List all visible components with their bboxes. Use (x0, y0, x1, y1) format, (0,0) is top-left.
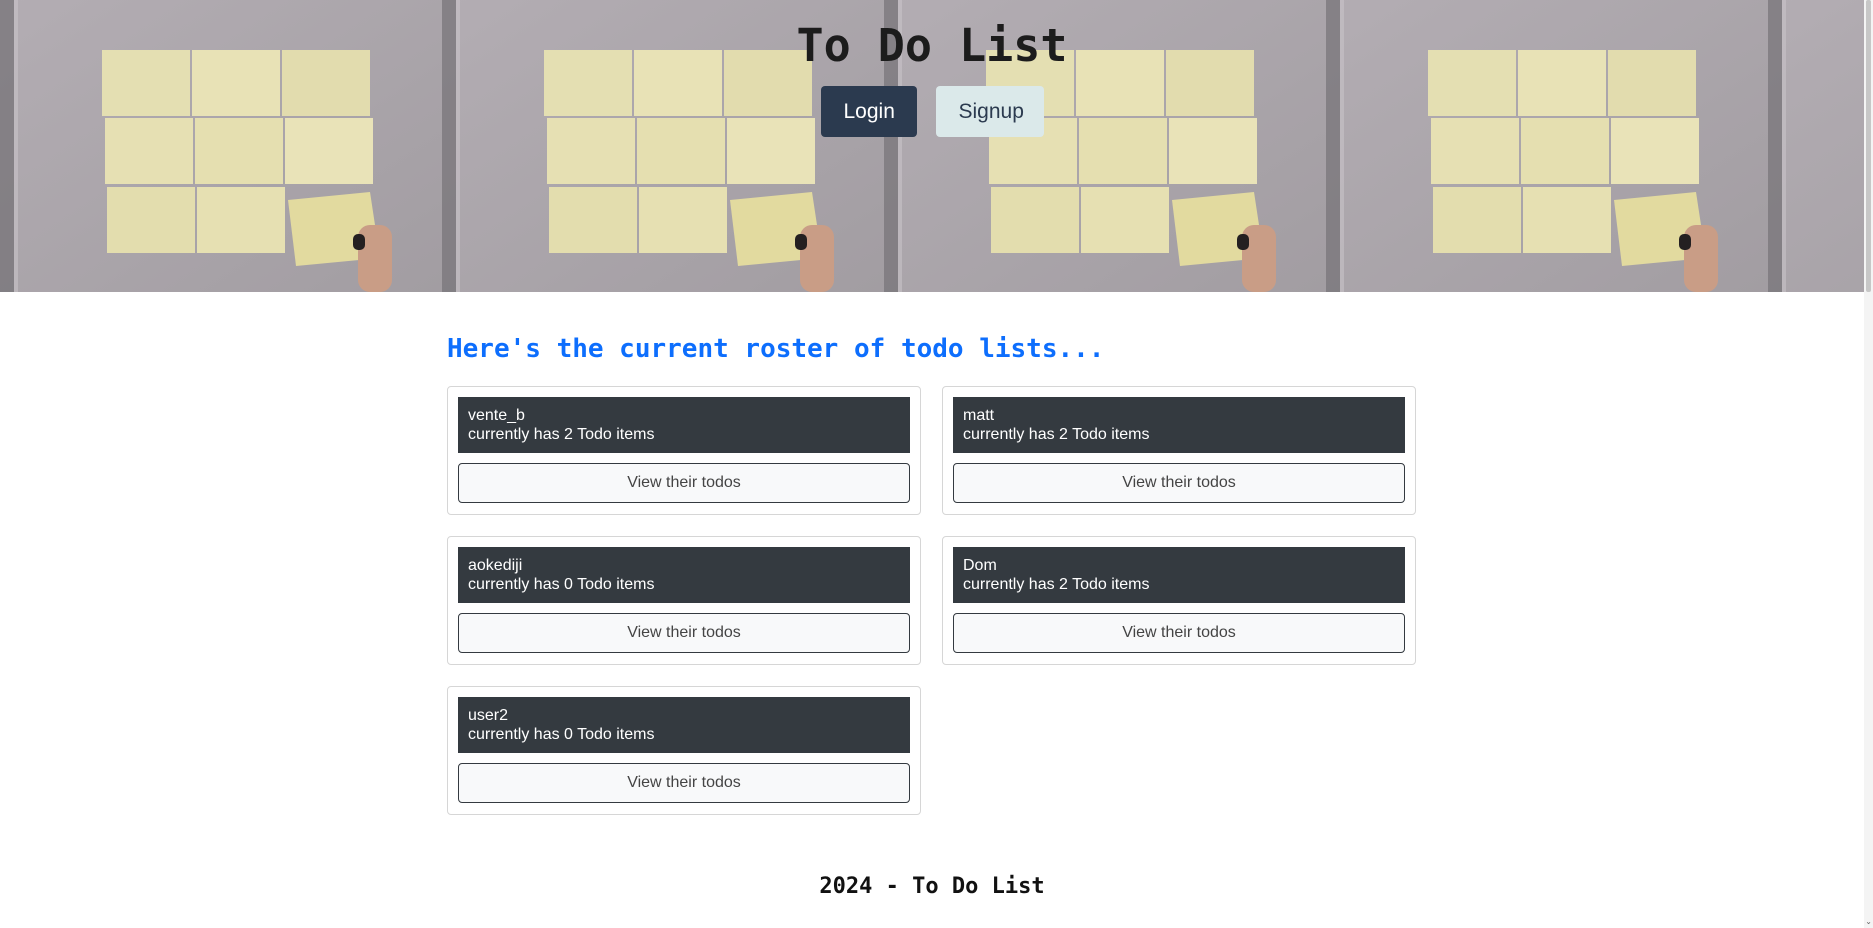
user-card: matt currently has 2 Todo items View the… (942, 386, 1416, 515)
user-card: aokediji currently has 0 Todo items View… (447, 536, 921, 665)
card-username: matt (963, 407, 995, 424)
card-todo-count: currently has 2 Todo items (963, 576, 1150, 593)
view-todos-button[interactable]: View their todos (458, 463, 910, 503)
card-header: Dom currently has 2 Todo items (953, 547, 1405, 603)
view-todos-button[interactable]: View their todos (458, 613, 910, 653)
user-card: vente_b currently has 2 Todo items View … (447, 386, 921, 515)
card-username: Dom (963, 557, 997, 574)
view-todos-button[interactable]: View their todos (953, 613, 1405, 653)
vertical-scrollbar[interactable]: ⌄ (1864, 0, 1873, 928)
card-todo-count: currently has 0 Todo items (468, 726, 655, 743)
main-content: Here's the current roster of todo lists.… (447, 330, 1417, 815)
login-button[interactable]: Login (820, 86, 917, 137)
card-header: user2 currently has 0 Todo items (458, 697, 910, 753)
scrollbar-thumb[interactable] (1866, 0, 1871, 292)
user-card: Dom currently has 2 Todo items View thei… (942, 536, 1416, 665)
hero-banner: To Do List Login Signup (0, 0, 1864, 292)
app-title: To Do List (796, 19, 1068, 72)
card-header: vente_b currently has 2 Todo items (458, 397, 910, 453)
view-todos-button[interactable]: View their todos (458, 763, 910, 803)
card-username: user2 (468, 707, 509, 724)
page-footer: 2024 - To Do List (819, 874, 1045, 899)
roster-grid: vente_b currently has 2 Todo items View … (447, 386, 1417, 815)
card-todo-count: currently has 0 Todo items (468, 576, 655, 593)
card-header: matt currently has 2 Todo items (953, 397, 1405, 453)
user-card: user2 currently has 0 Todo items View th… (447, 686, 921, 815)
auth-buttons: Login Signup (0, 86, 1864, 137)
chevron-down-icon[interactable]: ⌄ (1865, 918, 1872, 926)
card-todo-count: currently has 2 Todo items (468, 426, 655, 443)
card-header: aokediji currently has 0 Todo items (458, 547, 910, 603)
card-todo-count: currently has 2 Todo items (963, 426, 1150, 443)
signup-button[interactable]: Signup (935, 86, 1044, 137)
card-username: aokediji (468, 557, 523, 574)
card-username: vente_b (468, 407, 525, 424)
view-todos-button[interactable]: View their todos (953, 463, 1405, 503)
roster-heading: Here's the current roster of todo lists.… (447, 334, 1105, 364)
